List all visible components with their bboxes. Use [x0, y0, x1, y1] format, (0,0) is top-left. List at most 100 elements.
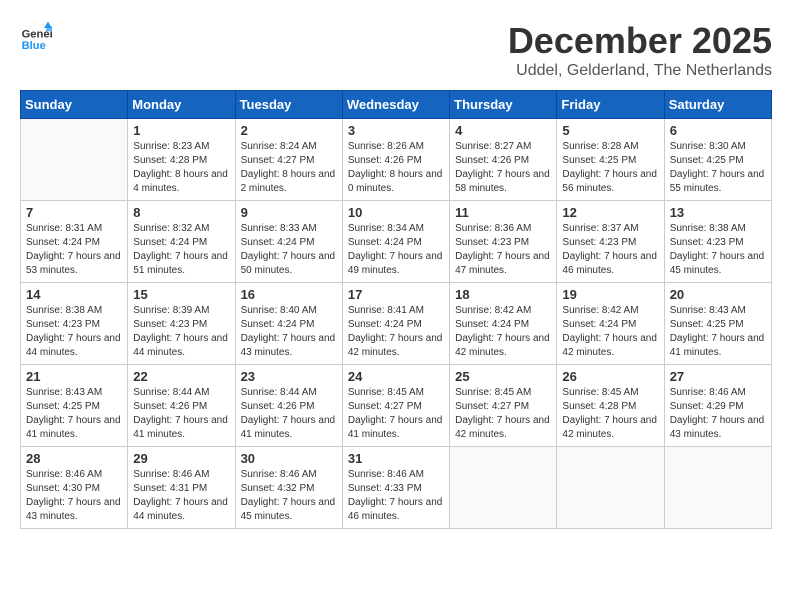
day-info: Sunrise: 8:46 AMSunset: 4:30 PMDaylight:…: [26, 468, 122, 524]
day-info: Sunrise: 8:37 AMSunset: 4:23 PMDaylight:…: [562, 222, 658, 278]
day-number: 11: [455, 205, 551, 220]
weekday-header-wednesday: Wednesday: [342, 91, 449, 119]
calendar-day-cell: 16Sunrise: 8:40 AMSunset: 4:24 PMDayligh…: [235, 283, 342, 365]
calendar-day-cell: 25 Sunrise: 8:45 AMSunset: 4:27 PMDayligh…: [450, 365, 557, 447]
title-block: December 2025 Uddel, Gelderland, The Net…: [508, 20, 772, 80]
day-number: 29: [133, 451, 229, 466]
day-info: Sunrise: 8:45 AMSunset: 4:27 PMDaylight:…: [455, 386, 551, 442]
day-info: Sunrise: 8:31 AMSunset: 4:24 PMDaylight:…: [26, 222, 122, 278]
calendar-day-cell: 2Sunrise: 8:24 AMSunset: 4:27 PMDaylight…: [235, 119, 342, 201]
calendar-day-cell: 19 Sunrise: 8:42 AMSunset: 4:24 PMDayligh…: [557, 283, 664, 365]
day-number: 3: [348, 123, 444, 138]
day-number: 4: [455, 123, 551, 138]
calendar-week-row: 21 Sunrise: 8:43 AMSunset: 4:25 PMDayligh…: [21, 365, 772, 447]
svg-text:Blue: Blue: [22, 40, 46, 52]
calendar-week-row: 7 Sunrise: 8:31 AMSunset: 4:24 PMDaylight…: [21, 201, 772, 283]
day-info: Sunrise: 8:42 AMSunset: 4:24 PMDaylight:…: [562, 304, 658, 360]
day-info: Sunrise: 8:30 AMSunset: 4:25 PMDaylight:…: [670, 140, 766, 196]
calendar-day-cell: [557, 447, 664, 529]
day-info: Sunrise: 8:26 AMSunset: 4:26 PMDaylight:…: [348, 140, 444, 196]
day-info: Sunrise: 8:34 AMSunset: 4:24 PMDaylight:…: [348, 222, 444, 278]
day-number: 26: [562, 369, 658, 384]
calendar-day-cell: 23Sunrise: 8:44 AMSunset: 4:26 PMDayligh…: [235, 365, 342, 447]
day-number: 15: [133, 287, 229, 302]
day-number: 27: [670, 369, 766, 384]
weekday-header-monday: Monday: [128, 91, 235, 119]
calendar-day-cell: 9 Sunrise: 8:33 AMSunset: 4:24 PMDaylight…: [235, 201, 342, 283]
day-info: Sunrise: 8:46 AMSunset: 4:31 PMDaylight:…: [133, 468, 229, 524]
weekday-header-friday: Friday: [557, 91, 664, 119]
day-info: Sunrise: 8:46 AMSunset: 4:29 PMDaylight:…: [670, 386, 766, 442]
calendar-day-cell: 27 Sunrise: 8:46 AMSunset: 4:29 PMDayligh…: [664, 365, 771, 447]
location-title: Uddel, Gelderland, The Netherlands: [508, 62, 772, 80]
day-info: Sunrise: 8:45 AMSunset: 4:27 PMDaylight:…: [348, 386, 444, 442]
day-info: Sunrise: 8:23 AMSunset: 4:28 PMDaylight:…: [133, 140, 229, 196]
day-info: Sunrise: 8:42 AMSunset: 4:24 PMDaylight:…: [455, 304, 551, 360]
weekday-header-tuesday: Tuesday: [235, 91, 342, 119]
calendar-table: SundayMondayTuesdayWednesdayThursdayFrid…: [20, 90, 772, 529]
calendar-day-cell: 3 Sunrise: 8:26 AMSunset: 4:26 PMDaylight…: [342, 119, 449, 201]
day-number: 5: [562, 123, 658, 138]
day-number: 14: [26, 287, 122, 302]
weekday-header-thursday: Thursday: [450, 91, 557, 119]
calendar-day-cell: 26Sunrise: 8:45 AMSunset: 4:28 PMDayligh…: [557, 365, 664, 447]
calendar-day-cell: 29 Sunrise: 8:46 AMSunset: 4:31 PMDayligh…: [128, 447, 235, 529]
calendar-day-cell: 15 Sunrise: 8:39 AMSunset: 4:23 PMDayligh…: [128, 283, 235, 365]
weekday-header-row: SundayMondayTuesdayWednesdayThursdayFrid…: [21, 91, 772, 119]
day-number: 7: [26, 205, 122, 220]
day-number: 21: [26, 369, 122, 384]
calendar-day-cell: 24 Sunrise: 8:45 AMSunset: 4:27 PMDayligh…: [342, 365, 449, 447]
day-number: 13: [670, 205, 766, 220]
day-info: Sunrise: 8:27 AMSunset: 4:26 PMDaylight:…: [455, 140, 551, 196]
calendar-day-cell: 14 Sunrise: 8:38 AMSunset: 4:23 PMDayligh…: [21, 283, 128, 365]
calendar-day-cell: 10 Sunrise: 8:34 AMSunset: 4:24 PMDayligh…: [342, 201, 449, 283]
weekday-header-saturday: Saturday: [664, 91, 771, 119]
day-number: 2: [241, 123, 337, 138]
day-number: 8: [133, 205, 229, 220]
calendar-day-cell: 5 Sunrise: 8:28 AMSunset: 4:25 PMDaylight…: [557, 119, 664, 201]
day-info: Sunrise: 8:43 AMSunset: 4:25 PMDaylight:…: [670, 304, 766, 360]
day-info: Sunrise: 8:44 AMSunset: 4:26 PMDaylight:…: [133, 386, 229, 442]
day-number: 20: [670, 287, 766, 302]
calendar-day-cell: 12Sunrise: 8:37 AMSunset: 4:23 PMDayligh…: [557, 201, 664, 283]
day-info: Sunrise: 8:33 AMSunset: 4:24 PMDaylight:…: [241, 222, 337, 278]
day-info: Sunrise: 8:38 AMSunset: 4:23 PMDaylight:…: [670, 222, 766, 278]
calendar-day-cell: 8 Sunrise: 8:32 AMSunset: 4:24 PMDaylight…: [128, 201, 235, 283]
calendar-day-cell: 7 Sunrise: 8:31 AMSunset: 4:24 PMDaylight…: [21, 201, 128, 283]
day-number: 16: [241, 287, 337, 302]
day-number: 1: [133, 123, 229, 138]
day-number: 25: [455, 369, 551, 384]
day-number: 28: [26, 451, 122, 466]
calendar-day-cell: 21 Sunrise: 8:43 AMSunset: 4:25 PMDayligh…: [21, 365, 128, 447]
calendar-day-cell: [450, 447, 557, 529]
day-info: Sunrise: 8:43 AMSunset: 4:25 PMDaylight:…: [26, 386, 122, 442]
calendar-week-row: 28 Sunrise: 8:46 AMSunset: 4:30 PMDayligh…: [21, 447, 772, 529]
calendar-day-cell: 30 Sunrise: 8:46 AMSunset: 4:32 PMDayligh…: [235, 447, 342, 529]
calendar-day-cell: 11 Sunrise: 8:36 AMSunset: 4:23 PMDayligh…: [450, 201, 557, 283]
day-info: Sunrise: 8:36 AMSunset: 4:23 PMDaylight:…: [455, 222, 551, 278]
calendar-day-cell: 17 Sunrise: 8:41 AMSunset: 4:24 PMDayligh…: [342, 283, 449, 365]
calendar-day-cell: 20 Sunrise: 8:43 AMSunset: 4:25 PMDayligh…: [664, 283, 771, 365]
day-info: Sunrise: 8:46 AMSunset: 4:32 PMDaylight:…: [241, 468, 337, 524]
day-info: Sunrise: 8:39 AMSunset: 4:23 PMDaylight:…: [133, 304, 229, 360]
calendar-day-cell: 1 Sunrise: 8:23 AMSunset: 4:28 PMDaylight…: [128, 119, 235, 201]
day-number: 22: [133, 369, 229, 384]
day-number: 19: [562, 287, 658, 302]
day-number: 31: [348, 451, 444, 466]
day-info: Sunrise: 8:28 AMSunset: 4:25 PMDaylight:…: [562, 140, 658, 196]
day-info: Sunrise: 8:44 AMSunset: 4:26 PMDaylight:…: [241, 386, 337, 442]
day-info: Sunrise: 8:38 AMSunset: 4:23 PMDaylight:…: [26, 304, 122, 360]
day-number: 10: [348, 205, 444, 220]
day-info: Sunrise: 8:32 AMSunset: 4:24 PMDaylight:…: [133, 222, 229, 278]
day-number: 6: [670, 123, 766, 138]
day-number: 17: [348, 287, 444, 302]
calendar-day-cell: [21, 119, 128, 201]
day-number: 9: [241, 205, 337, 220]
calendar-day-cell: 13 Sunrise: 8:38 AMSunset: 4:23 PMDayligh…: [664, 201, 771, 283]
day-number: 30: [241, 451, 337, 466]
calendar-day-cell: 28 Sunrise: 8:46 AMSunset: 4:30 PMDayligh…: [21, 447, 128, 529]
day-number: 24: [348, 369, 444, 384]
logo-icon: General Blue: [20, 20, 52, 52]
day-number: 18: [455, 287, 551, 302]
day-info: Sunrise: 8:41 AMSunset: 4:24 PMDaylight:…: [348, 304, 444, 360]
